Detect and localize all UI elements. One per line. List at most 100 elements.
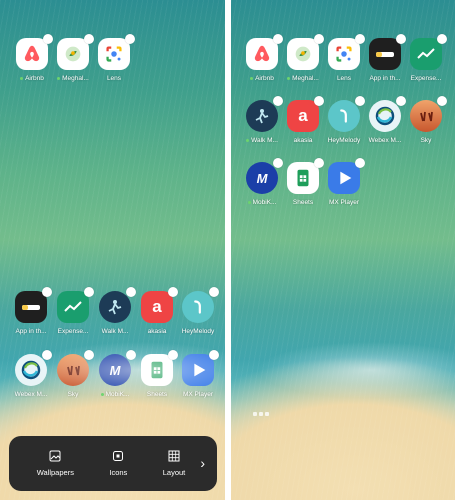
chevron-right-icon[interactable]: ›: [200, 455, 205, 471]
notification-dot: [84, 34, 94, 44]
app-expense[interactable]: Expense...: [53, 287, 94, 335]
expense-icon: [57, 291, 89, 323]
notification-dot: [314, 158, 324, 168]
notification-dot: [168, 350, 178, 360]
mx-player-icon: [328, 162, 360, 194]
app-walk-mate[interactable]: Walk M...: [242, 96, 283, 144]
app-label: akasia: [147, 328, 167, 335]
app-label: App in th...: [15, 328, 47, 335]
notification-dot: [396, 96, 406, 106]
google-lens-icon: [328, 38, 360, 70]
notification-dot: [355, 96, 365, 106]
app-label: Sky: [67, 391, 79, 398]
app-akasia[interactable]: a akasia: [283, 96, 324, 144]
app-akasia[interactable]: a akasia: [137, 287, 178, 335]
app-expense[interactable]: Expense...: [406, 34, 447, 82]
app-label: Expense...: [410, 75, 442, 82]
notification-dot: [168, 287, 178, 297]
app-label: Walk M...: [101, 328, 129, 335]
notification-dot: [437, 96, 447, 106]
app-label: Expense...: [57, 328, 89, 335]
notification-dot: [314, 34, 324, 44]
app-app-in-the-air[interactable]: App in th...: [365, 34, 406, 82]
app-label: Sheets: [292, 199, 314, 206]
app-sky[interactable]: Sky: [406, 96, 447, 144]
notification-dot: [42, 287, 52, 297]
akasia-icon: a: [287, 100, 319, 132]
airbnb-icon: [246, 38, 278, 70]
app-mobikwik[interactable]: M MobiK...: [242, 158, 283, 206]
mx-player-icon: [182, 354, 214, 386]
walk-mate-icon: [99, 291, 131, 323]
app-meghalaya[interactable]: Meghal...: [53, 34, 94, 82]
app-label: Lens: [336, 75, 352, 82]
airbnb-icon: [16, 38, 48, 70]
app-label: Sheets: [146, 391, 168, 398]
notification-dot: [273, 158, 283, 168]
app-webex[interactable]: Webex M...: [11, 350, 52, 398]
notification-dot: [355, 158, 365, 168]
layout-label: Layout: [162, 468, 186, 477]
app-heymelody[interactable]: HeyMelody: [178, 287, 219, 335]
page-indicator: [253, 412, 269, 416]
grid-icon: [168, 450, 180, 462]
akasia-icon: a: [141, 291, 173, 323]
wallpapers-button[interactable]: Wallpapers: [37, 450, 74, 477]
app-label: Meghal...: [53, 75, 93, 82]
notification-dot: [42, 350, 52, 360]
webex-icon: [369, 100, 401, 132]
app-lens[interactable]: Lens: [324, 34, 365, 82]
sky-icon: [57, 354, 89, 386]
notification-dot: [273, 96, 283, 106]
notification-dot: [209, 350, 219, 360]
app-label: Walk M...: [242, 137, 282, 144]
meghalaya-icon: [287, 38, 319, 70]
app-heymelody[interactable]: HeyMelody: [324, 96, 365, 144]
app-app-in-the-air[interactable]: App in th...: [11, 287, 52, 335]
sky-icon: [410, 100, 442, 132]
notification-dot: [437, 34, 447, 44]
google-lens-icon: [98, 38, 130, 70]
notification-dot: [84, 350, 94, 360]
app-label: Lens: [106, 75, 122, 82]
edit-home-toolbar: Wallpapers Icons Layout ›: [9, 436, 217, 491]
notification-dot: [355, 34, 365, 44]
notification-dot: [126, 350, 136, 360]
heymelody-icon: [182, 291, 214, 323]
walk-mate-icon: [246, 100, 278, 132]
heymelody-icon: [328, 100, 360, 132]
app-label: Webex M...: [368, 137, 402, 144]
app-sheets[interactable]: Sheets: [137, 350, 178, 398]
app-lens[interactable]: Lens: [94, 34, 135, 82]
app-in-the-air-icon: [15, 291, 47, 323]
app-label: Airbnb: [242, 75, 282, 82]
notification-dot: [209, 287, 219, 297]
app-mx-player[interactable]: MX Player: [178, 350, 219, 398]
app-webex[interactable]: Webex M...: [365, 96, 406, 144]
layout-button[interactable]: Layout: [162, 450, 186, 477]
app-sheets[interactable]: Sheets: [283, 158, 324, 206]
app-airbnb[interactable]: Airbnb: [12, 34, 53, 82]
app-mobikwik[interactable]: M MobiK...: [95, 350, 136, 398]
mobikwik-icon: M: [246, 162, 278, 194]
sheets-icon: [141, 354, 173, 386]
app-label: Airbnb: [12, 75, 52, 82]
app-label: MX Player: [329, 199, 359, 206]
notification-dot: [84, 287, 94, 297]
notification-dot: [396, 34, 406, 44]
app-airbnb[interactable]: Airbnb: [242, 34, 283, 82]
app-label: MobiK...: [242, 199, 282, 206]
app-meghalaya[interactable]: Meghal...: [283, 34, 324, 82]
app-label: MobiK...: [95, 391, 135, 398]
app-sky[interactable]: Sky: [53, 350, 94, 398]
app-label: HeyMelody: [327, 137, 361, 144]
app-walk-mate[interactable]: Walk M...: [95, 287, 136, 335]
notification-dot: [43, 34, 53, 44]
app-label: Webex M...: [14, 391, 48, 398]
icons-icon: [112, 450, 124, 462]
expense-icon: [410, 38, 442, 70]
home-screen-left: Airbnb Meghal... Lens App in th... Expen…: [0, 0, 225, 500]
app-label: HeyMelody: [181, 328, 215, 335]
icons-button[interactable]: Icons: [109, 450, 127, 477]
app-mx-player[interactable]: MX Player: [324, 158, 365, 206]
